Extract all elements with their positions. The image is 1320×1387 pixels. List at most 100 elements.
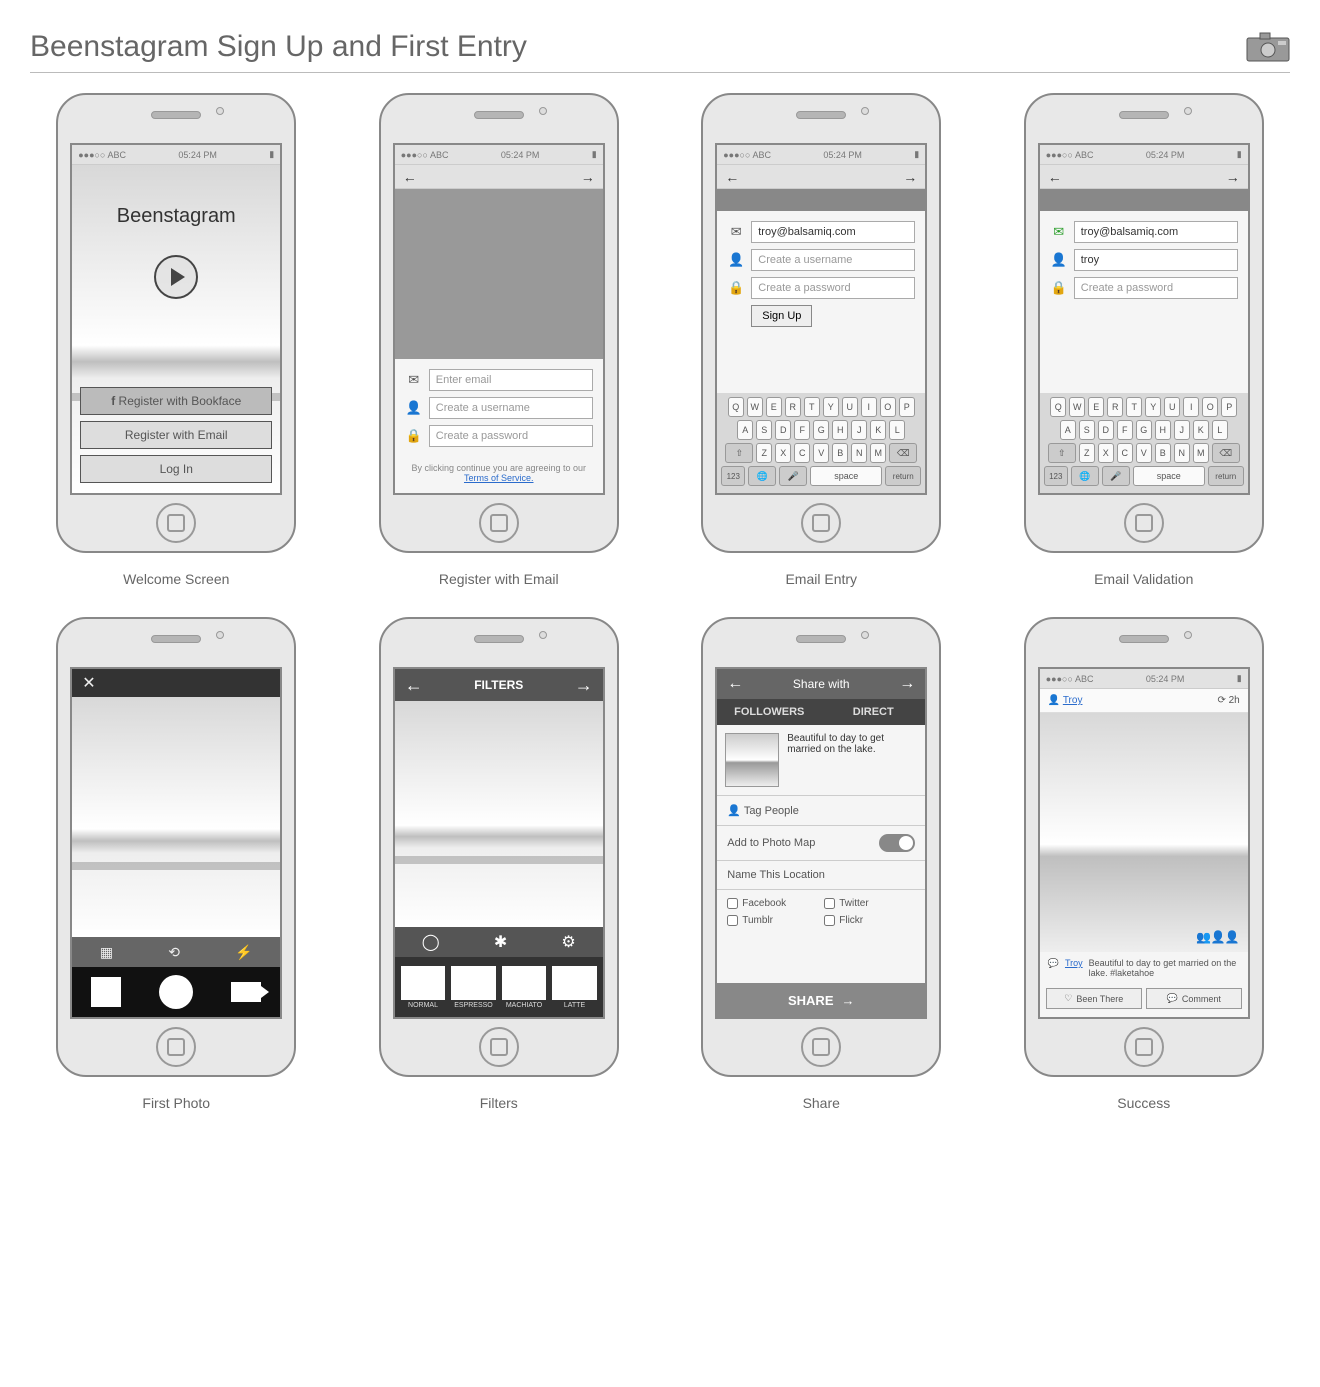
key[interactable]: N: [1174, 443, 1190, 463]
back-icon[interactable]: ←: [725, 169, 739, 185]
key[interactable]: Q: [728, 397, 744, 417]
key[interactable]: 123: [1044, 466, 1068, 486]
tab-direct[interactable]: DIRECT: [821, 699, 925, 725]
filter-option[interactable]: NORMAL: [401, 966, 446, 1009]
tos-link[interactable]: Terms of Service.: [464, 473, 534, 483]
share-option[interactable]: Flickr: [824, 915, 915, 926]
circle-icon[interactable]: ◯: [422, 932, 440, 952]
key[interactable]: space: [810, 466, 882, 486]
key[interactable]: T: [1126, 397, 1142, 417]
key[interactable]: L: [1212, 420, 1228, 440]
share-option[interactable]: Tumblr: [727, 915, 818, 926]
key[interactable]: 🎤: [1102, 466, 1130, 486]
key[interactable]: Y: [1145, 397, 1161, 417]
key[interactable]: A: [1060, 420, 1076, 440]
forward-icon[interactable]: →: [903, 169, 917, 185]
key[interactable]: P: [1221, 397, 1237, 417]
filter-option[interactable]: LATTE: [552, 966, 597, 1009]
key[interactable]: K: [870, 420, 886, 440]
signup-button[interactable]: Sign Up: [751, 305, 812, 327]
filter-option[interactable]: ESPRESSO: [451, 966, 496, 1009]
key[interactable]: 🌐: [1071, 466, 1099, 486]
key[interactable]: D: [775, 420, 791, 440]
share-button[interactable]: SHARE →: [717, 983, 925, 1017]
flash-icon[interactable]: ⚡: [235, 944, 252, 961]
back-icon[interactable]: ←: [403, 169, 417, 185]
key[interactable]: I: [861, 397, 877, 417]
home-button[interactable]: [1124, 503, 1164, 543]
email-field[interactable]: [429, 369, 593, 391]
home-button[interactable]: [156, 1027, 196, 1067]
location-row[interactable]: Name This Location: [717, 861, 925, 890]
filter-option[interactable]: MACHIATO: [502, 966, 547, 1009]
photo-map-row[interactable]: Add to Photo Map: [717, 826, 925, 861]
shutter-button[interactable]: [159, 975, 193, 1009]
forward-icon[interactable]: →: [899, 675, 915, 693]
key[interactable]: B: [1155, 443, 1171, 463]
key[interactable]: 123: [721, 466, 745, 486]
key[interactable]: return: [885, 466, 921, 486]
tag-people-row[interactable]: 👤 Tag People: [717, 796, 925, 826]
register-email-button[interactable]: Register with Email: [80, 421, 272, 449]
home-button[interactable]: [479, 1027, 519, 1067]
grid-icon[interactable]: ▦: [100, 944, 113, 961]
key[interactable]: space: [1133, 466, 1205, 486]
key[interactable]: D: [1098, 420, 1114, 440]
key[interactable]: X: [775, 443, 791, 463]
key[interactable]: Q: [1050, 397, 1066, 417]
key[interactable]: F: [1117, 420, 1133, 440]
key[interactable]: B: [832, 443, 848, 463]
password-field[interactable]: [1074, 277, 1238, 299]
email-field[interactable]: [751, 221, 915, 243]
key[interactable]: C: [794, 443, 810, 463]
forward-icon[interactable]: →: [575, 675, 593, 696]
key[interactable]: ⌫: [1212, 443, 1240, 463]
key[interactable]: V: [813, 443, 829, 463]
key[interactable]: U: [842, 397, 858, 417]
login-button[interactable]: Log In: [80, 455, 272, 483]
user-link[interactable]: Troy: [1065, 958, 1083, 978]
been-there-button[interactable]: ♡ Been There: [1046, 988, 1142, 1009]
key[interactable]: C: [1117, 443, 1133, 463]
comment-button[interactable]: 💬 Comment: [1146, 988, 1242, 1009]
key[interactable]: X: [1098, 443, 1114, 463]
key[interactable]: G: [1136, 420, 1152, 440]
share-option[interactable]: Twitter: [824, 898, 915, 909]
back-icon[interactable]: ←: [727, 675, 743, 693]
key[interactable]: R: [785, 397, 801, 417]
key[interactable]: M: [1193, 443, 1209, 463]
gallery-button[interactable]: [91, 977, 121, 1007]
key[interactable]: return: [1208, 466, 1244, 486]
key[interactable]: O: [880, 397, 896, 417]
close-icon[interactable]: ✕: [82, 673, 95, 693]
key[interactable]: J: [1174, 420, 1190, 440]
home-button[interactable]: [1124, 1027, 1164, 1067]
video-button[interactable]: [231, 982, 261, 1002]
key[interactable]: E: [766, 397, 782, 417]
email-field[interactable]: [1074, 221, 1238, 243]
key[interactable]: V: [1136, 443, 1152, 463]
key[interactable]: Z: [1079, 443, 1095, 463]
forward-icon[interactable]: →: [581, 169, 595, 185]
key[interactable]: W: [747, 397, 763, 417]
play-icon[interactable]: [154, 255, 198, 299]
keyboard[interactable]: QWERTYUIOPASDFGHJKL⇧ZXCVBNM⌫123🌐🎤spacere…: [1040, 393, 1248, 493]
key[interactable]: G: [813, 420, 829, 440]
key[interactable]: O: [1202, 397, 1218, 417]
home-button[interactable]: [156, 503, 196, 543]
register-bookface-button[interactable]: f Register with Bookface: [80, 387, 272, 415]
key[interactable]: R: [1107, 397, 1123, 417]
username-field[interactable]: [1074, 249, 1238, 271]
key[interactable]: W: [1069, 397, 1085, 417]
key[interactable]: ⇧: [1048, 443, 1076, 463]
key[interactable]: U: [1164, 397, 1180, 417]
key[interactable]: F: [794, 420, 810, 440]
key[interactable]: N: [851, 443, 867, 463]
password-field[interactable]: [429, 425, 593, 447]
key[interactable]: L: [889, 420, 905, 440]
key[interactable]: M: [870, 443, 886, 463]
back-icon[interactable]: ←: [405, 675, 423, 696]
key[interactable]: I: [1183, 397, 1199, 417]
key[interactable]: T: [804, 397, 820, 417]
home-button[interactable]: [801, 503, 841, 543]
